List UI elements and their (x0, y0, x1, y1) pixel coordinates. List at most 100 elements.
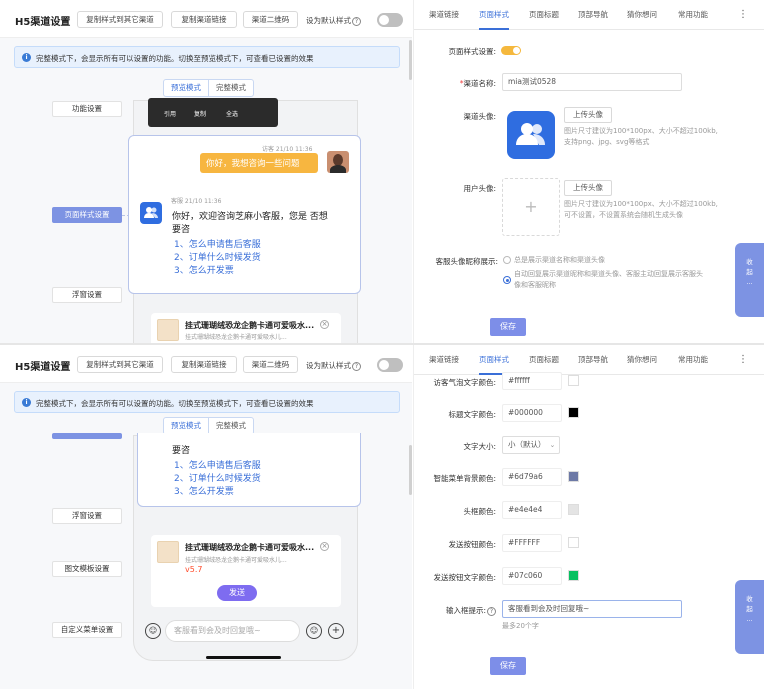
tab-preview-mode[interactable]: 预览模式 (164, 418, 209, 434)
faq-item-3[interactable]: 3、怎么开发票 (174, 265, 234, 278)
channel-name-label: *渠道名称: (459, 79, 496, 88)
tab-full-mode[interactable]: 完整模式 (209, 80, 253, 96)
page-style-toggle[interactable] (501, 46, 521, 55)
sidebar-item-float-settings[interactable]: 浮窗设置 (52, 508, 122, 524)
default-style-toggle[interactable] (377, 358, 403, 372)
product-thumbnail (157, 541, 179, 563)
swatch-white[interactable] (568, 375, 579, 386)
page-style-label: 页面样式设置: (448, 47, 496, 56)
channel-avatar-image[interactable] (507, 111, 555, 159)
tab-page-title[interactable]: 页面标题 (529, 345, 559, 375)
visitor-bubble-text-input[interactable]: #ffffff (502, 372, 562, 390)
faq-item-2[interactable]: 2、订单什么时候发货 (174, 252, 261, 265)
tooltip-select-all[interactable]: 全选 (226, 109, 238, 118)
top-toolbar: H5渠道设置 复制样式到其它渠道 复制渠道链接 渠道二维码 设为默认样式? (0, 345, 412, 383)
float-side-button[interactable]: 收起... (735, 580, 764, 654)
upload-user-avatar-button[interactable]: 上传头像 (564, 180, 612, 196)
tab-channel-link[interactable]: 渠道链接 (429, 345, 459, 375)
set-default-label: 设为默认样式? (306, 360, 361, 371)
faq-item-3[interactable]: 3、怎么开发票 (174, 486, 234, 499)
add-icon[interactable]: + (328, 623, 344, 639)
tab-page-style[interactable]: 页面样式 (479, 0, 509, 30)
help-icon[interactable]: ? (352, 17, 361, 26)
user-avatar-hint-2: 可不设置，不设置系统会随机生成头像 (564, 211, 683, 219)
close-icon[interactable]: × (320, 320, 329, 329)
tab-guess-ask[interactable]: 猜你想问 (627, 0, 657, 30)
tooltip-copy[interactable]: 复制 (194, 109, 206, 118)
tab-top-nav[interactable]: 顶部导航 (578, 345, 608, 375)
faq-item-2[interactable]: 2、订单什么时候发货 (174, 473, 261, 486)
tab-common-functions[interactable]: 常用功能 (678, 345, 708, 375)
faq-item-1[interactable]: 1、怎么申请售后客服 (174, 239, 261, 252)
sidebar-item-custom-menu[interactable]: 自定义菜单设置 (52, 622, 122, 638)
more-icon[interactable]: ⋮ (738, 354, 748, 365)
send-button-text-input[interactable]: #07c060 (502, 567, 562, 585)
send-button-color-input[interactable]: #FFFFFF (502, 534, 562, 552)
display-option-1-radio[interactable] (503, 256, 511, 264)
float-side-button[interactable]: 收起... (735, 243, 764, 317)
default-style-toggle[interactable] (377, 13, 403, 27)
sidebar-item-rich-text[interactable]: 图文模板设置 (52, 561, 122, 577)
copy-link-button[interactable]: 复制渠道链接 (171, 356, 237, 373)
help-icon[interactable]: ? (352, 362, 361, 371)
sidebar-item-page-style[interactable]: 页面样式设置 (52, 207, 122, 223)
sidebar-item-float-settings[interactable]: 浮窗设置 (52, 287, 122, 303)
tab-guess-ask[interactable]: 猜你想问 (627, 345, 657, 375)
tab-top-nav[interactable]: 顶部导航 (578, 0, 608, 30)
notice-banner: i 完整模式下，会显示所有可以设置的功能。切换至预览模式下，可查看已设置的效果 (14, 391, 400, 413)
input-hint-limit: 最多20个字 (502, 622, 539, 630)
send-button[interactable]: 发送 (217, 585, 257, 601)
close-icon[interactable]: × (320, 542, 329, 551)
save-button[interactable]: 保存 (490, 318, 526, 336)
swatch-gray[interactable] (568, 504, 579, 515)
qr-code-button[interactable]: 渠道二维码 (243, 356, 298, 373)
swatch-black[interactable] (568, 407, 579, 418)
swatch-green[interactable] (568, 570, 579, 581)
tab-channel-link[interactable]: 渠道链接 (429, 0, 459, 30)
swatch-send-white[interactable] (568, 537, 579, 548)
upload-avatar-button[interactable]: 上传头像 (564, 107, 612, 123)
save-button[interactable]: 保存 (490, 657, 526, 675)
sidebar-item-function-settings[interactable]: 功能设置 (52, 101, 122, 117)
tab-common-functions[interactable]: 常用功能 (678, 0, 708, 30)
faq-item-1[interactable]: 1、怎么申请售后客服 (174, 460, 261, 473)
send-button-text-label: 发送按钮文字颜色: (433, 573, 496, 582)
copy-style-button[interactable]: 复制样式到其它渠道 (77, 356, 163, 373)
agent-avatar (140, 202, 162, 224)
input-hint-field[interactable]: 客服看到会及时回复哦~ (502, 600, 682, 618)
channel-name-input[interactable]: mia测试0528 (502, 73, 682, 91)
smart-menu-bg-input[interactable]: #6d79a6 (502, 468, 562, 486)
product-title: 挂式珊瑚绒恐龙企鹅卡通可爱吸水... (185, 543, 315, 552)
user-avatar-upload[interactable]: + (502, 178, 560, 236)
notice-text: 完整模式下，会显示所有可以设置的功能。切换至预览模式下，可查看已设置的效果 (36, 54, 314, 63)
title-text-color-input[interactable]: #000000 (502, 404, 562, 422)
scrollbar[interactable] (409, 40, 412, 80)
tab-page-title[interactable]: 页面标题 (529, 0, 559, 30)
visitor-time: 访客 21/10 11:36 (262, 146, 313, 153)
qr-code-button[interactable]: 渠道二维码 (243, 11, 298, 28)
tooltip-quote[interactable]: 引用 (164, 109, 176, 118)
agent-message: 你好，欢迎咨询芝麻小客服，您是 否想 (172, 212, 328, 222)
swatch-slate[interactable] (568, 471, 579, 482)
input-bg-label: 头框颜色: (463, 507, 496, 516)
copy-link-button[interactable]: 复制渠道链接 (171, 11, 237, 28)
copy-style-button[interactable]: 复制样式到其它渠道 (77, 11, 163, 28)
chat-input[interactable]: 客服看到会及时回复哦~ (165, 620, 300, 642)
settings-screen-top: H5渠道设置 复制样式到其它渠道 复制渠道链接 渠道二维码 设为默认样式? i … (0, 0, 764, 344)
product-desc: 挂式珊瑚绒恐龙企鹅卡通可爱吸水儿... (185, 334, 287, 341)
more-icon[interactable]: ⋮ (738, 9, 748, 20)
input-hint-label: 输入框提示:? (420, 605, 496, 616)
display-option-2: 自动回复展示渠道昵称和渠道头像、客服主动回复展示客服头 (514, 270, 703, 278)
tab-preview-mode[interactable]: 预览模式 (164, 80, 209, 96)
font-size-select[interactable]: 小（默认） ⌄ (502, 436, 560, 454)
product-price: v5.7 (185, 565, 203, 574)
smile-icon[interactable]: ☺ (306, 623, 322, 639)
help-icon[interactable]: ? (487, 607, 496, 616)
display-option-2-radio[interactable] (503, 276, 511, 284)
sidebar-item-page-style[interactable] (52, 433, 122, 439)
tab-page-style[interactable]: 页面样式 (479, 345, 509, 375)
emoji-icon[interactable]: ☺ (145, 623, 161, 639)
input-bg-input[interactable]: #e4e4e4 (502, 501, 562, 519)
tab-full-mode[interactable]: 完整模式 (209, 418, 253, 434)
scrollbar[interactable] (409, 445, 412, 495)
